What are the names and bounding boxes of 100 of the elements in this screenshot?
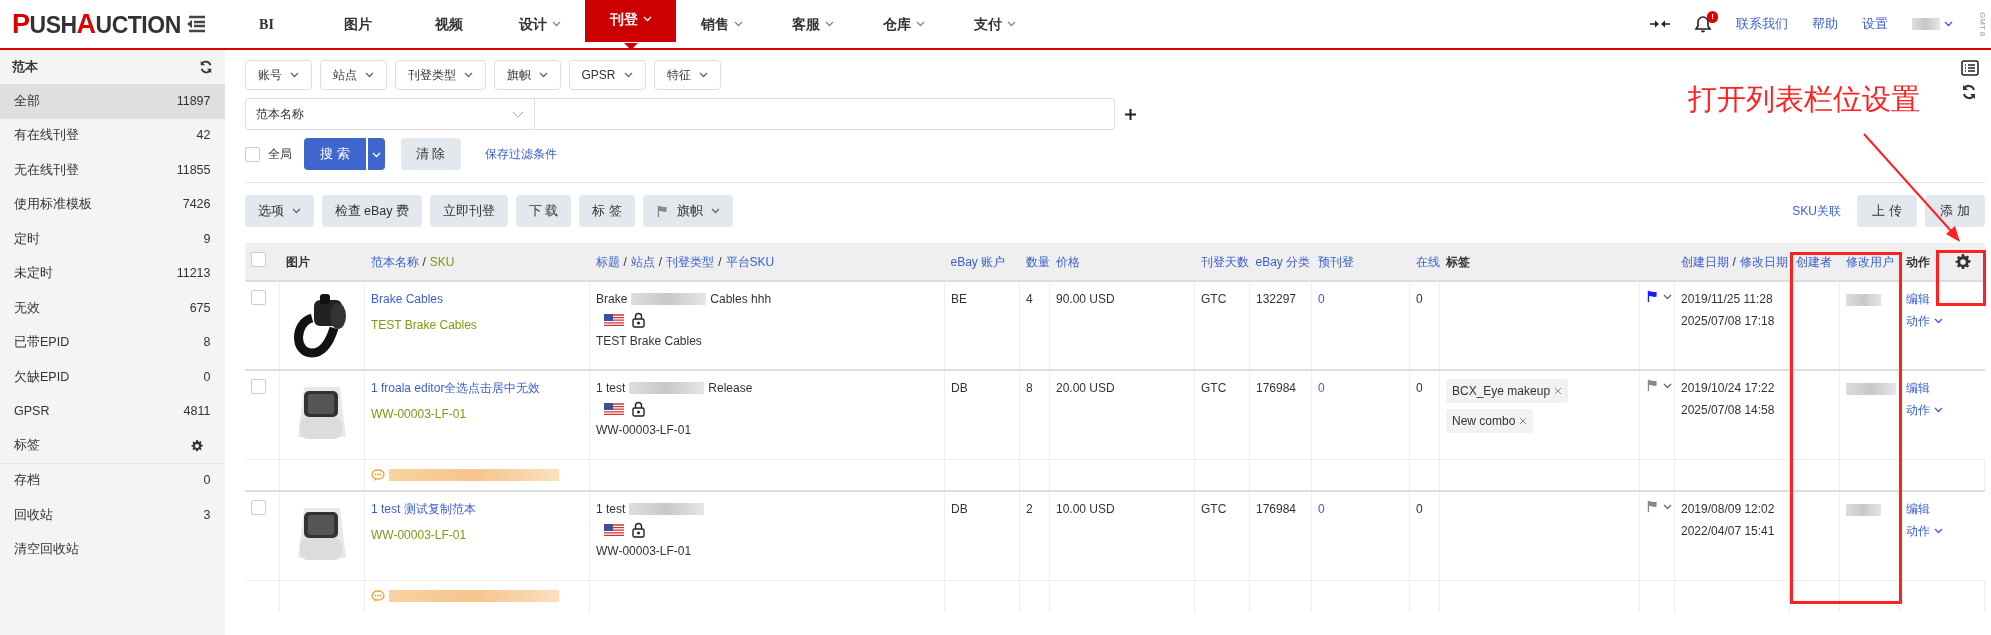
sidebar-item[interactable]: 无在线刊登 11855 [0,153,225,188]
close-icon[interactable] [1554,387,1563,395]
collapse-arrows-icon[interactable] [1650,19,1670,29]
toolbar-button[interactable]: 旗帜 [642,195,733,227]
action-menu[interactable]: 动作 [1906,522,1979,540]
title-text: Cables hhh [710,291,772,308]
header-link[interactable]: 帮助 [1812,14,1838,34]
lock-icon [632,312,645,328]
search-field[interactable] [534,98,1115,130]
action-menu[interactable]: 动作 [1906,401,1979,419]
toolbar-button[interactable]: 添 加 [1925,195,1985,227]
template-name-link[interactable]: 1 froala editor全选点击居中无效 [371,379,583,397]
sku-link[interactable]: SKU关联 [1792,202,1841,220]
filter-dropdown[interactable]: 刊登类型 [394,60,486,90]
sidebar-item[interactable]: 存档 0 [0,463,225,498]
nav-tab[interactable]: 销售 [676,0,767,48]
header-link[interactable]: 设置 [1862,14,1888,34]
template-name-link[interactable]: 1 test 测试复制范本 [371,500,583,518]
column-header[interactable]: 价格 [1055,254,1080,269]
nav-tab[interactable]: 客服 [767,0,858,48]
sidebar-item[interactable]: 使用标准模板 7426 [0,187,225,222]
list-icon[interactable] [1961,60,1979,76]
sidebar-item[interactable]: 无效 675 [0,291,225,326]
pre-listing-link[interactable]: 0 [1318,381,1325,395]
column-header[interactable]: 预刊登 [1317,254,1354,269]
nav-tab[interactable]: 仓库 [858,0,949,48]
nav-tab[interactable]: 设计 [494,0,585,48]
platform-sku-text: TEST Brake Cables [596,333,703,350]
platform-sku-text: WW-00003-LF-01 [596,422,693,439]
flag-icon[interactable] [1646,290,1659,303]
timezone-label: GMT 8 [1977,11,1987,37]
account-text: DB [951,502,968,516]
add-icon[interactable] [1124,108,1136,120]
column-header[interactable]: 范本名称 / SKU [370,254,455,269]
toolbar-button[interactable]: 上 传 [1857,195,1917,227]
refresh-icon[interactable] [1961,84,1977,100]
checkbox[interactable] [250,290,266,305]
tag-chip[interactable]: New combo [1446,409,1534,433]
flag-icon[interactable] [1646,379,1659,392]
sidebar-item[interactable]: 回收站 3 [0,498,225,533]
edit-link[interactable]: 编辑 [1906,500,1979,518]
field-select[interactable]: 范本名称 [244,98,535,130]
caret-icon [623,72,633,78]
template-name-link[interactable]: Brake Cables [371,290,583,308]
column-header[interactable]: 标题 / 站点 / 刊登类型 / 平台SKU [595,254,775,269]
nav-tab[interactable]: 支付 [949,0,1040,48]
nav-tab[interactable]: 图片 [312,0,403,48]
toolbar-button[interactable]: 选项 [244,195,314,227]
pre-listing-link[interactable]: 0 [1318,502,1325,516]
redacted-text [1846,293,1881,306]
filter-dropdown[interactable]: 站点 [319,60,387,90]
quantity-text: 8 [1026,381,1033,395]
sidebar-item[interactable]: 欠缺EPID 0 [0,360,225,395]
filter-dropdown[interactable]: 旗帜 [493,60,561,90]
us-flag-icon [604,402,624,416]
refresh-icon[interactable] [198,60,213,74]
date-text: 2019/10/24 17:22 [1681,380,1776,397]
online-count: 0 [1416,381,1423,395]
tag-chip[interactable]: BCX_Eye makeup [1446,379,1569,403]
toolbar-button[interactable]: 立即刊登 [429,195,508,227]
sidebar-item[interactable]: GPSR 4811 [0,394,225,429]
nav-tab[interactable]: BI [221,0,312,48]
settings-icon[interactable] [1954,253,1971,270]
column-header[interactable]: 标签 [1445,254,1470,269]
column-header[interactable]: 图片 [285,254,310,269]
filter-dropdown[interactable]: GPSR [568,60,646,90]
sidebar-item[interactable]: 清空回收站 [0,532,225,567]
pre-listing-link[interactable]: 0 [1318,292,1325,306]
sidebar-item[interactable]: 定时 9 [0,222,225,257]
search-button[interactable]: 搜索 [303,138,366,170]
filter-dropdown[interactable]: 账号 [244,60,312,90]
checkbox[interactable] [250,251,266,267]
edit-link[interactable]: 编辑 [1906,290,1979,308]
clear-button[interactable]: 清 除 [400,138,461,170]
edit-link[interactable]: 编辑 [1906,379,1979,397]
sidebar-item[interactable]: 有在线刊登 42 [0,118,225,153]
caret-icon [1934,318,1943,324]
price-text: 20.00 USD [1056,381,1115,395]
toolbar-button[interactable]: 检查 eBay 费 [321,195,422,227]
menu-collapse-icon[interactable] [185,15,205,33]
nav-tab[interactable]: 视频 [403,0,494,48]
search-options-button[interactable] [367,138,385,170]
action-menu[interactable]: 动作 [1906,312,1979,330]
checkbox[interactable] [250,500,266,515]
close-icon[interactable] [1519,417,1528,425]
bell-icon[interactable] [1694,15,1712,34]
column-header[interactable]: 动作 [1905,252,1930,271]
sidebar-item[interactable]: 标签 [14,436,40,456]
sidebar-item[interactable]: 全部 11897 [0,84,225,119]
toolbar-button[interactable]: 下 载 [515,195,572,227]
toolbar-button[interactable]: 标 签 [579,195,635,227]
sidebar-item[interactable]: 未定时 11213 [0,256,225,291]
save-filter-link[interactable]: 保存过滤条件 [484,145,557,163]
flag-icon[interactable] [1646,500,1659,513]
header-link[interactable]: 联系我们 [1736,14,1788,34]
checkbox[interactable] [244,146,260,162]
sidebar-item[interactable]: 已带EPID 8 [0,325,225,360]
settings-icon[interactable] [190,439,203,452]
filter-dropdown[interactable]: 特征 [653,60,721,90]
checkbox[interactable] [250,379,266,394]
